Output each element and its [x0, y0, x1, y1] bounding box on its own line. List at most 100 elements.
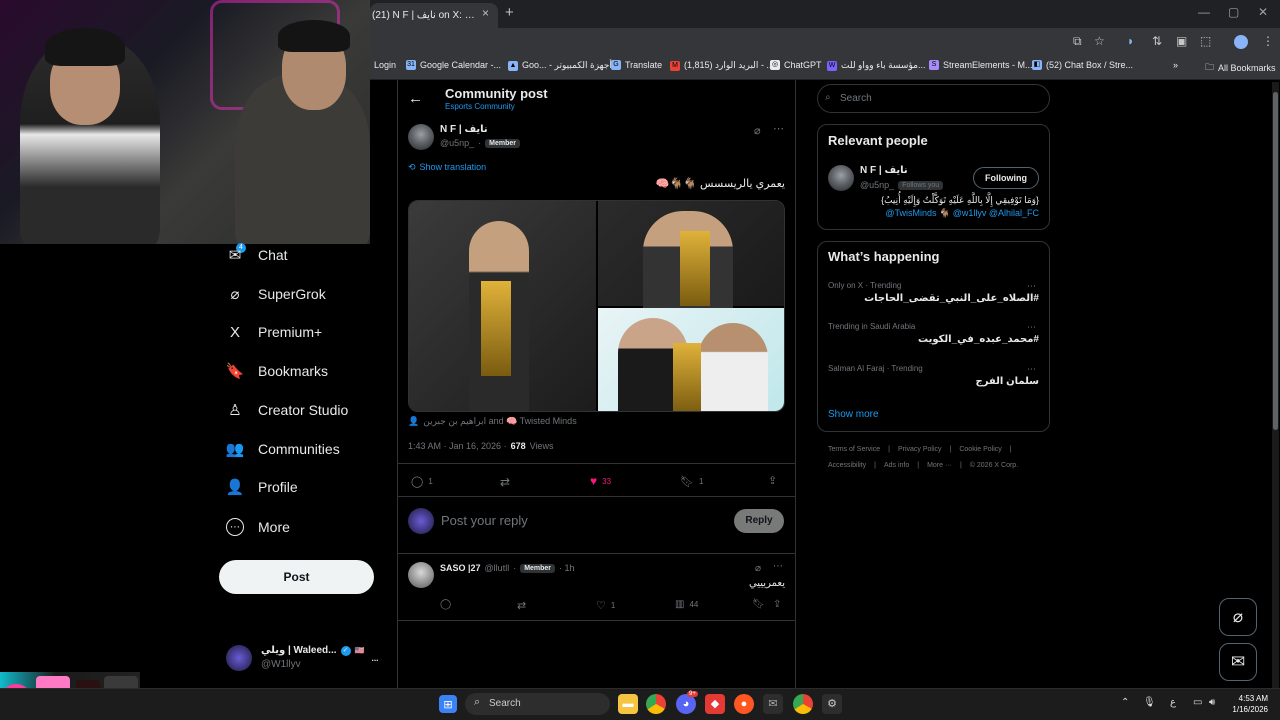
bookmark-item[interactable]: W مؤسسة باء وواو للت...	[827, 60, 925, 71]
chrome-icon[interactable]	[646, 694, 666, 714]
file-explorer-icon[interactable]: ▬	[618, 694, 638, 714]
account-name-row[interactable]: ويلي | Waleed... ✓ 🇺🇸	[261, 645, 364, 656]
person-avatar[interactable]	[828, 165, 854, 191]
reply-time[interactable]: · 1h	[559, 563, 575, 573]
scrollbar-thumb[interactable]	[1273, 92, 1278, 430]
settings-icon[interactable]: ⚙	[822, 694, 842, 714]
show-more-link[interactable]: Show more	[828, 409, 879, 420]
grok-analyze-icon[interactable]: ⌀	[754, 124, 761, 137]
reply-input[interactable]: Post your reply	[441, 513, 721, 528]
reply-author-name[interactable]: SASO |27	[440, 563, 481, 573]
chrome-icon[interactable]	[793, 694, 813, 714]
nav-item-chat[interactable]: ✉ Chat	[226, 246, 288, 264]
more-bookmarks-button[interactable]: »	[1173, 60, 1178, 70]
tray-chevron-icon[interactable]: ⌃	[1121, 697, 1129, 708]
discord-icon[interactable]: ◕	[676, 694, 696, 714]
app-icon[interactable]: ◆	[705, 694, 725, 714]
footer-link[interactable]: Privacy Policy	[898, 446, 942, 453]
post-more-icon[interactable]: ⋯	[773, 122, 784, 135]
reply-more-icon[interactable]: ⋯	[773, 561, 783, 572]
star-icon[interactable]: ☆	[1094, 34, 1105, 48]
nav-item-creator-studio[interactable]: ♙ Creator Studio	[226, 401, 348, 419]
footer-link[interactable]: Cookie Policy	[959, 446, 1001, 453]
reply-button[interactable]: Reply	[734, 509, 784, 533]
windows-start-icon[interactable]: ⊞	[439, 695, 457, 713]
footer-link[interactable]: Terms of Service	[828, 446, 880, 453]
profile-avatar-icon[interactable]	[1234, 35, 1248, 49]
grok-analyze-icon[interactable]: ⌀	[755, 563, 761, 574]
reply-action[interactable]: ◯ 1	[411, 475, 433, 488]
bookmark-item[interactable]: ▲ Goo... - أجهزة الكمبيوتر	[508, 60, 612, 71]
footer-link[interactable]: Accessibility	[828, 462, 866, 469]
taskbar-search[interactable]: Search	[465, 693, 610, 715]
maximize-icon[interactable]: ▢	[1228, 5, 1239, 19]
post-image-3[interactable]	[598, 308, 784, 411]
bookmark-item[interactable]: Login	[374, 60, 396, 70]
clock[interactable]: 4:53 AM 1/16/2026	[1224, 693, 1268, 715]
post-timestamp[interactable]: 1:43 AM · Jan 16, 2026 ·	[408, 441, 507, 451]
bookmark-item[interactable]: ◧ (52) Chat Box / Stre...	[1032, 60, 1133, 70]
microphone-icon[interactable]: 🎙︎	[1143, 697, 1156, 708]
nav-item-communities[interactable]: 👥 Communities	[226, 440, 340, 458]
reply-bookmark-action[interactable]: 🔖︎	[752, 599, 765, 610]
reply-reply-action[interactable]: ◯	[440, 599, 451, 610]
trend-more-icon[interactable]: ⋯	[1027, 322, 1036, 333]
footer-link[interactable]: Ads info	[884, 462, 909, 469]
person-handle[interactable]: @u5np_	[860, 180, 894, 190]
following-button[interactable]: Following	[973, 167, 1039, 189]
like-action[interactable]: ♥ 33	[590, 474, 611, 488]
grok-float-button[interactable]: ⌀	[1219, 598, 1257, 636]
language-indicator[interactable]: ع	[1170, 697, 1176, 708]
repost-action[interactable]: ⇄	[500, 475, 510, 489]
post-button[interactable]: Post	[219, 560, 374, 594]
reply-views-action[interactable]: ▥ 44	[675, 599, 698, 610]
trend-item[interactable]: Only on X · Trending #الصلاه_على_النبي_ت…	[828, 281, 1039, 304]
bookmark-action[interactable]: 🔖︎ 1	[680, 475, 703, 488]
trend-more-icon[interactable]: ⋯	[1027, 281, 1036, 292]
trend-item[interactable]: Trending in Saudi Arabia #محمد_عبده_في_ا…	[828, 322, 1039, 345]
reply-author-handle[interactable]: @llutll	[485, 563, 510, 573]
nav-item-premium[interactable]: X Premium+	[226, 323, 322, 341]
footer-link[interactable]: More ···	[927, 462, 952, 469]
reply-share-action[interactable]: ⇪	[773, 599, 781, 610]
messages-float-button[interactable]: ✉	[1219, 643, 1257, 681]
app-icon[interactable]: ✉	[763, 694, 783, 714]
person-bio-links[interactable]: @TwisMinds 🐐 @w1llyv @Alhilal_FC	[828, 208, 1039, 219]
nav-item-supergrok[interactable]: ⌀ SuperGrok	[226, 285, 325, 303]
minimize-icon[interactable]: —	[1198, 5, 1210, 19]
network-icon[interactable]: ▭	[1193, 697, 1202, 708]
menu-kebab-icon[interactable]: ⋮	[1262, 34, 1274, 48]
author-avatar[interactable]	[408, 124, 434, 150]
trend-item[interactable]: Salman Al Faraj · Trending سلمان الفرج	[828, 364, 1039, 387]
extension-icon[interactable]: ◗	[1127, 34, 1134, 48]
nav-item-more[interactable]: ⋯ More	[226, 518, 290, 536]
account-more-icon[interactable]: ...	[371, 650, 379, 664]
bookmark-item[interactable]: 31 Google Calendar -...	[406, 60, 501, 70]
author-name[interactable]: N F | نايف	[440, 124, 488, 135]
community-link[interactable]: Esports Community	[445, 102, 515, 111]
bookmark-item[interactable]: S StreamElements - M...	[929, 60, 1033, 70]
reply-repost-action[interactable]: ⇄	[517, 599, 526, 612]
tab-close-icon[interactable]: ×	[482, 6, 489, 20]
search-input[interactable]: Search	[817, 84, 1050, 113]
volume-icon[interactable]: 🔊︎	[1209, 697, 1215, 708]
app-icon[interactable]: ●	[734, 694, 754, 714]
window-close-icon[interactable]: ✕	[1258, 5, 1268, 19]
back-arrow-icon[interactable]: ←	[408, 90, 423, 107]
tagged-users[interactable]: 👤 ابراهيم بن جبرين and 🧠 Twisted Minds	[408, 416, 577, 427]
reply-avatar[interactable]	[408, 562, 434, 588]
account-avatar[interactable]	[226, 645, 252, 671]
bookmark-item[interactable]: M البريد الوارد (1,815) - ...	[670, 60, 774, 71]
author-handle[interactable]: @u5np_	[440, 138, 474, 148]
nav-item-bookmarks[interactable]: 🔖 Bookmarks	[226, 362, 328, 380]
reply-like-action[interactable]: ♡ 1	[596, 599, 615, 612]
post-image-1[interactable]	[409, 201, 596, 411]
post-image-2[interactable]	[598, 201, 784, 311]
bookmark-item[interactable]: ◎ ChatGPT	[770, 60, 822, 70]
trend-more-icon[interactable]: ⋯	[1027, 364, 1036, 375]
share-action[interactable]: ⇪	[768, 474, 777, 487]
person-name[interactable]: N F | نايف	[860, 165, 908, 176]
all-bookmarks-button[interactable]: 🗀 All Bookmarks	[1205, 60, 1276, 76]
browser-tab[interactable]: (21) N F | نايف on X: "الريسسس	[370, 3, 498, 28]
show-translation-link[interactable]: ⟲ Show translation	[408, 162, 486, 173]
